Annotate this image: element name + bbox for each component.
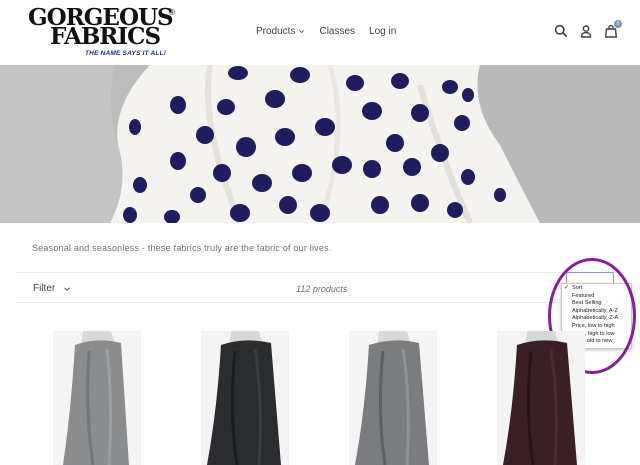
product-card-1[interactable] (53, 331, 141, 465)
product-card-4[interactable] (497, 331, 585, 465)
nav-classes[interactable]: Classes (319, 26, 355, 37)
product-image (201, 331, 289, 465)
sort-option-best-selling[interactable]: Best Selling (562, 300, 631, 308)
nav-products[interactable]: Products (256, 26, 305, 37)
sort-option-label: Alphabetically, Z-A (572, 315, 619, 322)
nav-login[interactable]: Log in (369, 26, 396, 37)
polka-dot-fabric-image (0, 65, 640, 223)
collection-description: Seasonal and seasonless - these fabrics … (32, 243, 332, 253)
sort-option-alpha-za[interactable]: Alphabetically, Z-A (562, 315, 631, 323)
sort-option-label: Sort (572, 285, 583, 291)
sort-option-sort[interactable]: ✓ Sort (562, 285, 631, 293)
sort-option-alpha-az[interactable]: Alphabetically, A-Z (562, 308, 631, 316)
checkmark-icon: ✓ (564, 285, 570, 291)
site-logo[interactable]: GORGEOUS FABRICS ® THE NAME SAYS IT ALL! (28, 6, 178, 58)
product-card-2[interactable] (201, 331, 289, 465)
user-icon[interactable] (579, 24, 593, 38)
main-nav: Products Classes Log in (256, 26, 396, 37)
site-header: GORGEOUS FABRICS ® THE NAME SAYS IT ALL!… (0, 0, 640, 65)
product-image (497, 331, 585, 465)
product-card-3[interactable] (349, 331, 437, 465)
sort-option-label: Featured (572, 292, 595, 299)
filter-toggle[interactable]: Filter (33, 283, 71, 294)
cart-icon[interactable]: 0 (604, 20, 622, 38)
logo-line-2: FABRICS (50, 23, 161, 50)
product-count: 112 products (296, 284, 348, 294)
nav-products-label: Products (256, 26, 296, 37)
hero-banner-image (0, 65, 640, 223)
sort-option-featured[interactable]: Featured (562, 293, 631, 301)
sort-option-label: Price, low to high (572, 322, 615, 329)
product-image (349, 331, 437, 465)
header-icons: 0 (554, 20, 622, 38)
divider-top (16, 272, 624, 273)
filter-label: Filter (33, 283, 56, 294)
logo-tagline: THE NAME SAYS IT ALL! (85, 50, 167, 57)
nav-login-label: Log in (369, 26, 397, 37)
sort-option-label: Alphabetically, A-Z (572, 307, 618, 314)
logo-registered-mark: ® (169, 8, 175, 17)
cart-count-badge: 0 (614, 20, 622, 28)
search-icon[interactable] (554, 24, 568, 38)
nav-classes-label: Classes (319, 26, 356, 37)
chevron-down-icon (64, 286, 70, 291)
sort-option-label: Best Selling (572, 300, 602, 307)
product-image (53, 331, 141, 465)
chevron-down-icon (299, 30, 305, 34)
sort-option-price-low-high[interactable]: Price, low to high (562, 323, 631, 331)
divider-bottom (16, 302, 624, 303)
